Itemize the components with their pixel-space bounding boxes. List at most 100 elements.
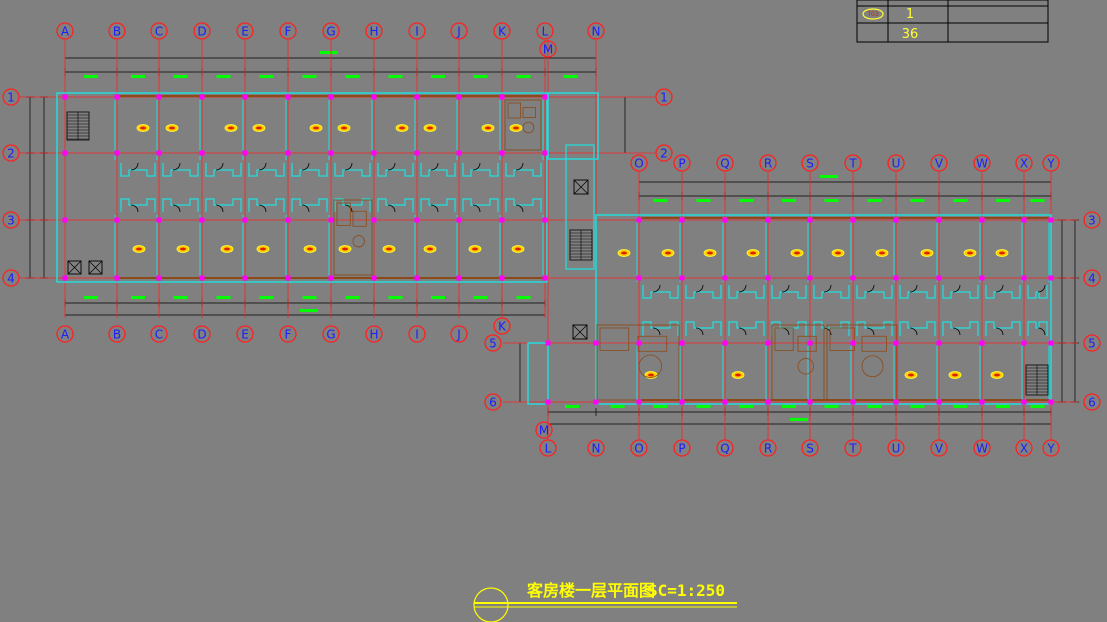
furniture-icon (504, 99, 542, 151)
grid-bubble-label: S (806, 157, 814, 171)
room-tag-center (313, 126, 319, 130)
door-swing-icon (387, 204, 396, 213)
room-tag-center (967, 251, 973, 255)
grid-bubble-label: D (197, 25, 206, 39)
drawing-scale: SC=1:250 (648, 581, 725, 600)
room-tag-icon (790, 249, 804, 257)
corridor-wall (728, 285, 765, 299)
room-window-strip (247, 95, 286, 97)
structural-column (979, 340, 985, 346)
furniture-chair (352, 210, 367, 227)
furniture-table (522, 121, 535, 134)
door-swing-icon (472, 204, 481, 213)
elevator-icon (67, 260, 82, 275)
legend-value-1: 1 (906, 7, 914, 22)
grid-bubble-icon: U (887, 439, 905, 457)
grid-bubble-label: Y (1046, 157, 1055, 171)
structural-column (414, 217, 420, 223)
room-tag-icon (661, 249, 675, 257)
grid-bubble-icon: F (279, 325, 297, 343)
room-tag-center (879, 251, 885, 255)
corridor-wall (377, 163, 414, 177)
corridor-wall (1027, 285, 1048, 299)
structural-column (722, 275, 728, 281)
door-swing-icon (909, 327, 918, 336)
room-tag-center (472, 247, 478, 251)
door-swing-icon (301, 162, 310, 171)
structural-column (242, 150, 248, 156)
corridor-wall (942, 321, 979, 336)
corridor-wall (685, 321, 722, 336)
grid-bubble-icon: 5 (484, 334, 502, 352)
room-window-strip (161, 95, 200, 97)
structural-column (1021, 399, 1027, 405)
grid-bubble-label: U (892, 157, 901, 171)
door-swing-icon (387, 162, 396, 171)
room-tag-center (427, 247, 433, 251)
dimension-value-mark (473, 75, 488, 78)
dimension-value-mark (782, 405, 796, 408)
room-window-strip (119, 277, 157, 279)
structural-column (679, 340, 685, 346)
room-tag-icon (731, 371, 745, 379)
room-tag-center (750, 251, 756, 255)
structural-column (371, 217, 377, 223)
grid-bubble-icon: 6 (484, 393, 502, 411)
dimension-value-mark (953, 405, 968, 408)
grid-bubble-label: H (369, 25, 378, 39)
structural-column (414, 275, 420, 281)
corridor-wall (813, 285, 850, 299)
structural-column (979, 399, 985, 405)
room-tag-center (180, 247, 186, 251)
grid-bubble-icon: D (193, 325, 211, 343)
room-tag-icon (132, 245, 146, 253)
door-swing-icon (823, 284, 832, 293)
door-swing-icon (995, 327, 1004, 336)
grid-bubble-label: M (539, 424, 549, 438)
grid-bubble-label: W (976, 442, 988, 456)
grid-bubble-label: 3 (7, 214, 15, 228)
room-tag-center (399, 126, 405, 130)
grid-bubble-icon: L (536, 22, 554, 40)
grid-bubble-label: C (155, 25, 163, 39)
legend-tag-label: T03 (866, 11, 878, 18)
door-swing-icon (866, 327, 875, 336)
grid-bubble-label: D (197, 328, 206, 342)
corridor-wall (899, 285, 936, 299)
dimension-value-mark (824, 199, 839, 202)
structural-column (593, 340, 599, 346)
structural-column (936, 340, 942, 346)
corridor-wall (1027, 321, 1048, 336)
grid-bubble-icon: D (193, 22, 211, 40)
grid-bubble-icon: J (450, 325, 468, 343)
room-tag-center (260, 247, 266, 251)
structural-column (936, 217, 942, 223)
grid-bubble-label: B (113, 25, 121, 39)
corridor-wall (291, 163, 328, 177)
room-tag-icon (337, 124, 351, 132)
grid-bubble-icon: I (408, 325, 426, 343)
structural-column (722, 399, 728, 405)
structural-column (456, 150, 462, 156)
room-tag-center (342, 247, 348, 251)
structural-column (636, 275, 642, 281)
grid-bubble-label: I (415, 25, 419, 39)
corridor-wall (856, 285, 893, 299)
dimension-value-mark (131, 296, 145, 299)
dimension-value-mark (259, 75, 274, 78)
legend-table: T03 1 36 (856, 0, 1049, 43)
door-swing-icon (430, 204, 439, 213)
grid-bubble-label: T (848, 442, 857, 456)
dimension-value-mark (910, 405, 925, 408)
grid-bubble-label: H (369, 328, 378, 342)
room-window-strip (161, 277, 200, 279)
grid-bubble-icon: K (493, 22, 511, 40)
door-swing-icon (995, 284, 1004, 293)
structural-column (499, 275, 505, 281)
grid-bubble-label: G (326, 328, 335, 342)
structural-column (242, 94, 248, 100)
door-swing-icon (738, 284, 747, 293)
dimension-value-mark (996, 199, 1010, 202)
grid-bubble-icon: Y (1042, 439, 1060, 457)
grid-bubble-icon: V (930, 439, 948, 457)
